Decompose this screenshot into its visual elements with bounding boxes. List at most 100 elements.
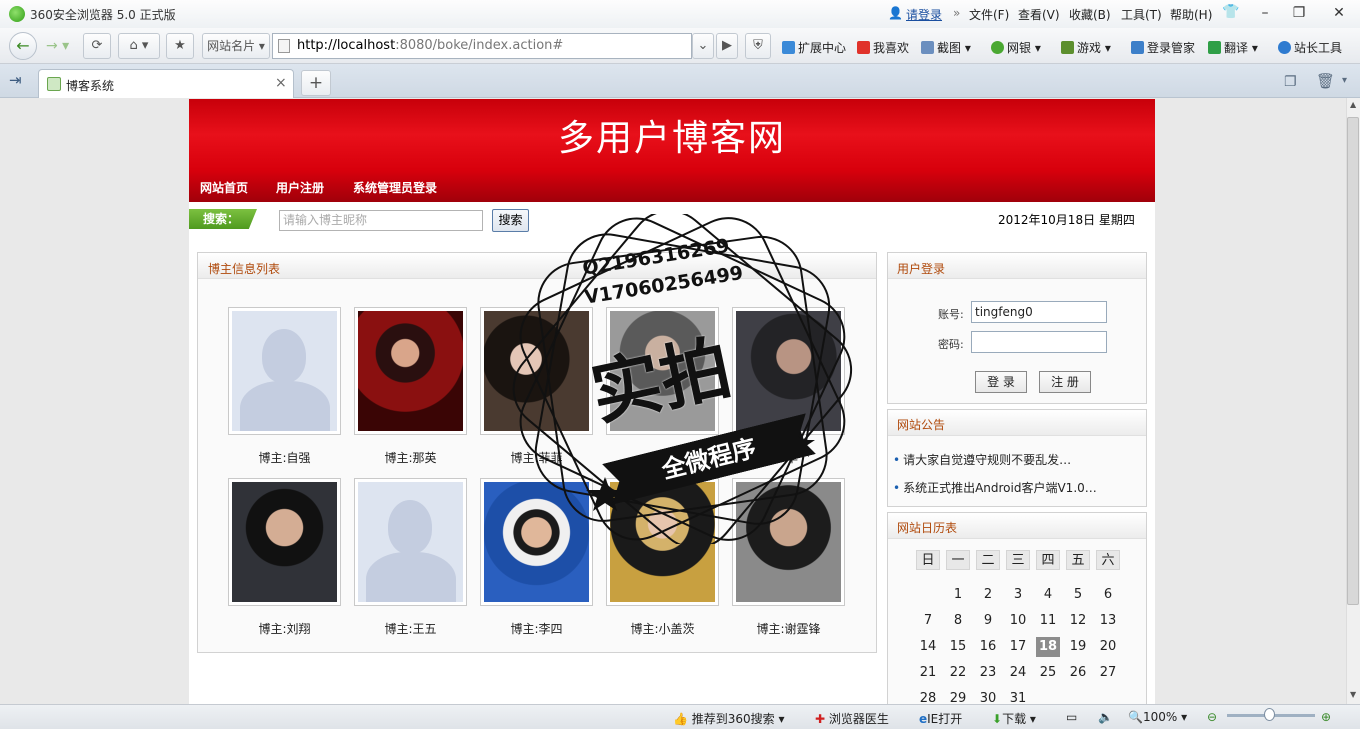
sidebar-toggle-icon[interactable]: ⇥ (9, 71, 22, 89)
restore-button[interactable]: ❐ (1282, 2, 1316, 24)
calendar-day[interactable]: 12 (1066, 611, 1090, 631)
menu-help[interactable]: 帮助(H) (1170, 6, 1212, 23)
blogger-name[interactable]: 博主:谢霆锋 (732, 620, 845, 637)
calendar-day[interactable]: 8 (946, 611, 970, 631)
go-button[interactable]: ▶ (716, 33, 738, 59)
calendar-day[interactable]: 23 (976, 663, 1000, 683)
blogger-name[interactable]: 博主:小盖茨 (606, 620, 719, 637)
calendar-day[interactable]: 11 (1036, 611, 1060, 631)
trash-icon[interactable]: 🗑 (1316, 72, 1335, 90)
ie-open-button[interactable]: eIE打开 (919, 710, 962, 727)
blogger-photo[interactable] (228, 307, 341, 435)
blogger-photo[interactable] (354, 307, 467, 435)
security-shield-button[interactable]: ⛨ (745, 33, 771, 59)
scrollbar-thumb[interactable] (1347, 117, 1359, 605)
calendar-day[interactable]: 25 (1036, 663, 1060, 683)
calendar-day[interactable]: 22 (946, 663, 970, 683)
screen-icon[interactable]: ▭ (1066, 710, 1077, 724)
login-button[interactable]: 登 录 (975, 371, 1027, 393)
favorite-star-button[interactable]: ★ (166, 33, 194, 59)
minimize-button[interactable]: – (1248, 2, 1282, 24)
search-input[interactable]: 请输入博主昵称 (279, 210, 483, 231)
toolbar-webmaster[interactable]: 站长工具 (1278, 39, 1342, 56)
toolbar-banking[interactable]: 网银 ▾ (991, 39, 1041, 56)
nav-register[interactable]: 用户注册 (276, 179, 324, 196)
browser-doctor-button[interactable]: ✚ 浏览器医生 (815, 710, 889, 727)
zoom-in-icon[interactable]: ⊕ (1321, 710, 1331, 724)
blogger-photo[interactable] (228, 478, 341, 606)
scroll-up-icon[interactable]: ▲ (1350, 100, 1356, 109)
nav-home[interactable]: 网站首页 (200, 179, 248, 196)
register-button[interactable]: 注 册 (1039, 371, 1091, 393)
zoom-out-icon[interactable]: ⊖ (1207, 710, 1217, 724)
new-tab-button[interactable]: + (301, 70, 331, 96)
speaker-icon[interactable]: 🔈 (1098, 710, 1113, 724)
calendar-day[interactable]: 19 (1066, 637, 1090, 657)
tab-restore-icon[interactable]: ❐ (1284, 74, 1297, 90)
back-button[interactable]: ← (9, 32, 37, 60)
window-title-bar: 360安全浏览器 5.0 正式版 👤 请登录 » 文件(F) 查看(V) 收藏(… (0, 0, 1360, 28)
blogger-name[interactable]: 博主:刘翔 (228, 620, 341, 637)
calendar-day[interactable]: 3 (1006, 585, 1030, 605)
zoom-slider-handle[interactable] (1264, 708, 1275, 721)
blogger-name[interactable]: 博主:自强 (228, 449, 341, 466)
calendar-today[interactable]: 18 (1036, 637, 1060, 657)
forward-button[interactable]: → ▾ (46, 38, 69, 54)
login-link[interactable]: 请登录 (906, 6, 942, 23)
site-card-button[interactable]: 网站名片 ▾ (202, 33, 270, 59)
calendar-day[interactable]: 20 (1096, 637, 1120, 657)
calendar-day[interactable]: 9 (976, 611, 1000, 631)
calendar-day[interactable]: 13 (1096, 611, 1120, 631)
toolbar-webmaster-label: 站长工具 (1294, 41, 1343, 55)
calendar-day[interactable]: 15 (946, 637, 970, 657)
toolbar-games[interactable]: 游戏 ▾ (1061, 39, 1111, 56)
toolbar-like[interactable]: 我喜欢 (857, 39, 909, 56)
calendar-day[interactable]: 1 (946, 585, 970, 605)
refresh-button[interactable]: ⟳ (83, 33, 111, 59)
calendar-day[interactable]: 4 (1036, 585, 1060, 605)
zoom-control[interactable]: 🔍100% ▾ (1128, 710, 1187, 724)
calendar-day[interactable]: 5 (1066, 585, 1090, 605)
blogger-name[interactable]: 博主:王五 (354, 620, 467, 637)
calendar-day[interactable]: 24 (1006, 663, 1030, 683)
calendar-day[interactable]: 10 (1006, 611, 1030, 631)
nav-admin-login[interactable]: 系统管理员登录 (353, 179, 437, 196)
calendar-day[interactable]: 27 (1096, 663, 1120, 683)
blogger-photo[interactable] (354, 478, 467, 606)
calendar-day[interactable]: 26 (1066, 663, 1090, 683)
recommend-360-button[interactable]: 👍 推荐到360搜索 ▾ (673, 710, 785, 727)
password-input[interactable] (971, 331, 1107, 353)
toolbar-translate[interactable]: 翻译 ▾ (1208, 39, 1258, 56)
calendar-day[interactable]: 16 (976, 637, 1000, 657)
menu-file[interactable]: 文件(F) (969, 6, 1009, 23)
calendar-day[interactable]: 17 (1006, 637, 1030, 657)
tab-blog-system[interactable]: 博客系统 × (38, 69, 294, 98)
calendar-day[interactable]: 6 (1096, 585, 1120, 605)
skin-shirt-icon[interactable]: 👕 (1222, 4, 1239, 20)
menu-view[interactable]: 查看(V) (1018, 6, 1060, 23)
toolbar-screenshot[interactable]: 截图 ▾ (921, 39, 971, 56)
download-button[interactable]: ⬇下载 ▾ (992, 710, 1036, 727)
address-dropdown-button[interactable]: ⌄ (692, 33, 714, 59)
menu-favorites[interactable]: 收藏(B) (1069, 6, 1111, 23)
address-bar[interactable]: http://localhost:8080/boke/index.action# (272, 33, 692, 59)
menu-tools[interactable]: 工具(T) (1121, 6, 1162, 23)
notice-item[interactable]: 请大家自觉遵守规则不要乱发… (893, 451, 1071, 468)
account-input[interactable]: tingfeng0 (971, 301, 1107, 323)
calendar-day[interactable]: 14 (916, 637, 940, 657)
user-icon[interactable]: 👤 (888, 6, 903, 20)
notice-item[interactable]: 系统正式推出Android客户端V1.0… (893, 479, 1097, 496)
toolbar-login-manager[interactable]: 登录管家 (1131, 39, 1195, 56)
tab-menu-chevron-icon[interactable]: ▾ (1342, 75, 1347, 86)
calendar-day[interactable]: 7 (916, 611, 940, 631)
blogger-name[interactable]: 博主:那英 (354, 449, 467, 466)
close-tab-icon[interactable]: × (275, 75, 287, 91)
calendar-day[interactable]: 2 (976, 585, 1000, 605)
calendar-day[interactable]: 21 (916, 663, 940, 683)
scroll-down-icon[interactable]: ▼ (1350, 690, 1356, 699)
scissors-icon (921, 41, 934, 54)
close-window-button[interactable]: ✕ (1322, 2, 1356, 24)
home-button[interactable]: ⌂ ▾ (118, 33, 160, 59)
toolbar-extensions[interactable]: 扩展中心 (782, 39, 846, 56)
blogger-name[interactable]: 博主:李四 (480, 620, 593, 637)
